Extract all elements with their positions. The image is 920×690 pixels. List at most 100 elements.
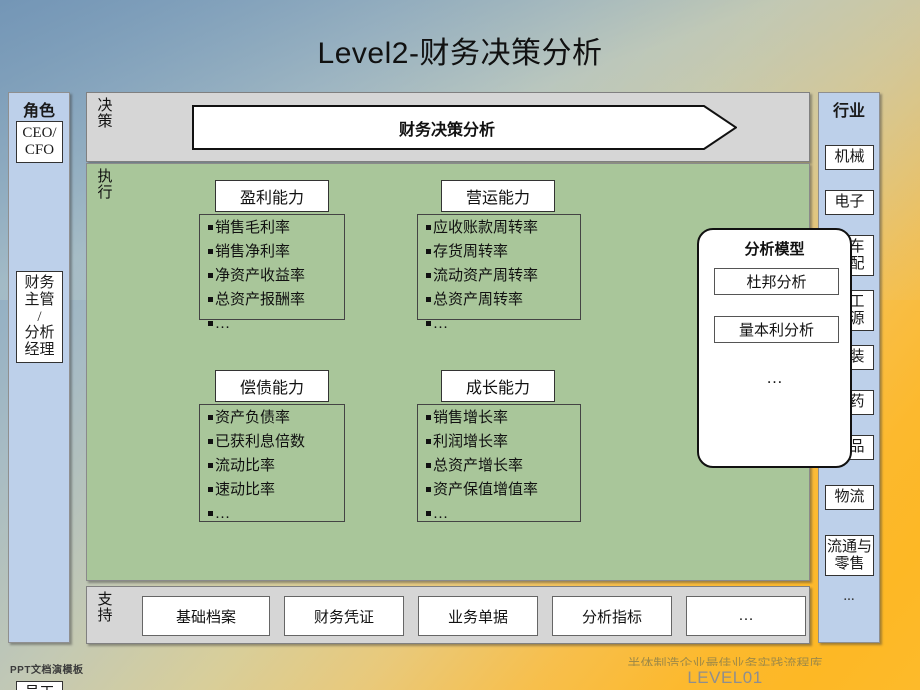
list-item: 总资产增长率 [426,459,572,474]
list-item-label: 资产负债率 [215,410,291,426]
slide-canvas: Level2-财务决策分析 角色 CEO/CFO 财务主管/分析经理 员工 行业… [0,0,920,690]
list-item-label: … [433,316,448,332]
list-item: … [208,317,336,332]
bullet-icon [426,297,431,302]
list-item-label: … [433,506,448,522]
bullet-icon [208,511,213,516]
list-item-label: 总资产周转率 [433,292,524,308]
industry-item-distribution-retail[interactable]: 流通与 零售 [825,535,874,576]
bullet-icon [426,249,431,254]
group-title-profitability[interactable]: 盈利能力 [215,180,329,212]
list-item: 净资产收益率 [208,269,336,284]
execution-panel-label: 执行 [97,169,113,201]
analysis-model-card: 分析模型 杜邦分析 量本利分析 … [697,228,852,468]
bullet-icon [208,249,213,254]
list-item-label: … [215,316,230,332]
role-column: 角色 CEO/CFO 财务主管/分析经理 员工 [8,92,70,690]
list-item-label: 应收账款周转率 [433,220,539,236]
industry-item-logistics[interactable]: 物流 [825,485,874,510]
industry-column-title: 行业 [832,103,865,120]
list-item: 总资产报酬率 [208,293,336,308]
list-item: 存货周转率 [426,245,572,260]
bullet-icon [208,439,213,444]
bullet-icon [208,463,213,468]
list-item-label: … [215,506,230,522]
group-list-profitability: 销售毛利率 销售净利率 净资产收益率 总资产报酬率 … [199,214,345,332]
list-item-label: 净资产收益率 [215,268,306,284]
list-item: 销售增长率 [426,411,572,426]
industry-item-label: 电子 [834,194,865,210]
list-item: … [426,507,572,522]
analysis-model-title: 分析模型 [744,241,805,258]
list-item: 已获利息倍数 [208,435,336,450]
footer-watermark: PPT文档演模板 [10,665,84,676]
industry-item-electronics[interactable]: 电子 [825,190,874,215]
bullet-icon [426,439,431,444]
list-item: 总资产周转率 [426,293,572,308]
page-title: Level2-财务决策分析 [317,37,603,70]
industry-item-label: 物流 [834,489,865,505]
list-item: 资产保值增值率 [426,483,572,498]
list-item-label: 流动资产周转率 [433,268,539,284]
analysis-model-item-cvp[interactable]: 量本利分析 [714,316,839,343]
analysis-model-more-indicator: … [766,370,783,387]
bullet-icon [208,321,213,326]
list-item-label: 已获利息倍数 [215,434,306,450]
analysis-model-item-dupont[interactable]: 杜邦分析 [714,268,839,295]
list-item-label: 利润增长率 [433,434,509,450]
footer-level-label: LEVEL01 [687,668,763,687]
role-item-finance-manager[interactable]: 财务 主管 / 分析 经理 [16,271,63,363]
group-list-growth: 销售增长率 利润增长率 总资产增长率 资产保值增值率 … [417,404,581,522]
bullet-icon [426,321,431,326]
support-item-basic-archive[interactable]: 基础档案 [142,596,270,636]
list-item-label: 销售净利率 [215,244,291,260]
list-item-label: 总资产报酬率 [215,292,306,308]
list-item: 销售净利率 [208,245,336,260]
bullet-icon [426,511,431,516]
support-band-label: 支持 [97,592,113,624]
group-title-growth[interactable]: 成长能力 [441,370,555,402]
group-title-solvency[interactable]: 偿债能力 [215,370,329,402]
role-item-employee[interactable]: 员工 [16,681,63,690]
list-item-label: 流动比率 [215,458,276,474]
list-item: 利润增长率 [426,435,572,450]
group-title-operating[interactable]: 营运能力 [441,180,555,212]
decision-band-label: 决策 [97,98,113,130]
decision-banner-label: 财务决策分析 [398,121,495,139]
list-item: 资产负债率 [208,411,336,426]
list-item: 销售毛利率 [208,221,336,236]
footer-branding: 半体制造企业最佳业务实践流程库 LEVEL01 [560,657,890,688]
industry-item-machinery[interactable]: 机械 [825,145,874,170]
role-item-label: CEO/CFO [22,125,57,158]
list-item: 应收账款周转率 [426,221,572,236]
role-item-ceo-cfo[interactable]: CEO/CFO [16,121,63,163]
bullet-icon [208,273,213,278]
decision-banner[interactable]: 财务决策分析 [192,105,737,150]
support-item-business-document[interactable]: 业务单据 [418,596,538,636]
bullet-icon [426,487,431,492]
bullet-icon [426,225,431,230]
bullet-icon [208,225,213,230]
list-item: … [426,317,572,332]
industry-item-label: 机械 [834,149,865,165]
support-item-more[interactable]: … [686,596,806,636]
role-item-label: 员工 [24,685,54,690]
support-item-analysis-indicator[interactable]: 分析指标 [552,596,672,636]
list-item: 流动比率 [208,459,336,474]
list-item-label: 销售增长率 [433,410,509,426]
list-item: 速动比率 [208,483,336,498]
list-item-label: 资产保值增值率 [433,482,539,498]
bullet-icon [426,273,431,278]
bullet-icon [426,415,431,420]
bullet-icon [208,297,213,302]
support-item-financial-voucher[interactable]: 财务凭证 [284,596,404,636]
list-item: 流动资产周转率 [426,269,572,284]
execution-panel: 执行 盈利能力 销售毛利率 销售净利率 净资产收益率 总资产报酬率 … 营运能力… [86,163,852,581]
bullet-icon [426,463,431,468]
group-list-solvency: 资产负债率 已获利息倍数 流动比率 速动比率 … [199,404,345,522]
industry-item-label: 流通与 零售 [826,539,872,572]
bullet-icon [208,487,213,492]
group-list-operating: 应收账款周转率 存货周转率 流动资产周转率 总资产周转率 … [417,214,581,332]
role-column-title: 角色 [22,103,55,120]
list-item: … [208,507,336,522]
